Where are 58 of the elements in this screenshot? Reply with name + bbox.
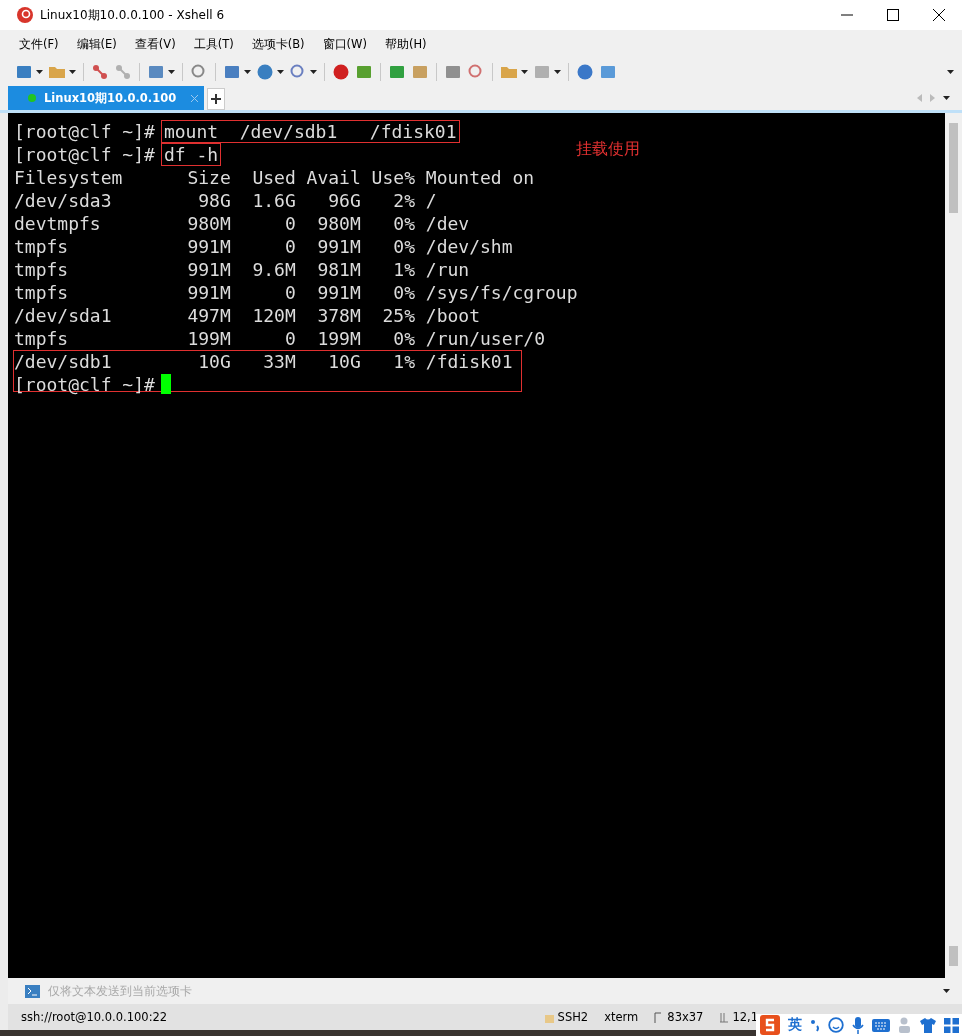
output-line: Filesystem Size Used Avail Use% Mounted on <box>13 166 536 189</box>
command-text: df -h <box>160 143 222 166</box>
window-title: Linux10期10.0.0.100 - Xshell 6 <box>40 6 225 24</box>
app-logo-icon <box>16 6 34 24</box>
input-mode-button[interactable]: 英 <box>788 1016 802 1034</box>
dropdown-arrow-icon[interactable] <box>943 989 950 993</box>
network-icon[interactable] <box>91 63 109 81</box>
annotation-text: 挂载使用 <box>576 138 640 160</box>
plus-icon[interactable] <box>211 94 221 104</box>
menu-item[interactable]: 编辑(E) <box>76 36 117 52</box>
connection-address: ssh://root@10.0.0.100:22 <box>21 1010 168 1024</box>
dropdown-arrow-icon[interactable] <box>310 70 317 74</box>
menu-item[interactable]: 选项卡(B) <box>251 36 305 52</box>
punctuation-icon[interactable] <box>810 1018 820 1032</box>
terminal-type-label: xterm <box>604 1010 639 1024</box>
output-line: tmpfs 991M 0 991M 0% /dev/shm <box>13 235 514 258</box>
dropdown-arrow-icon[interactable] <box>36 70 43 74</box>
output-line: /dev/sda3 98G 1.6G 96G 2% / <box>13 189 438 212</box>
menu-item[interactable]: 窗口(W) <box>322 36 367 52</box>
smiley-icon[interactable] <box>828 1017 844 1033</box>
shell-prompt: [root@clf ~]# <box>14 374 155 395</box>
menu-item[interactable]: 帮助(H) <box>384 36 427 52</box>
output-line: devtmpfs 980M 0 980M 0% /dev <box>13 212 471 235</box>
output-line: /dev/sda1 497M 120M 378M 25% /boot <box>13 304 481 327</box>
dropdown-arrow-icon[interactable] <box>168 70 175 74</box>
dropdown-arrow-icon[interactable] <box>521 70 528 74</box>
send-text-bar[interactable]: 仅将文本发送到当前选项卡 <box>8 978 962 1004</box>
shell-prompt: [root@clf ~]# <box>14 121 155 142</box>
cursor-position-label: 12,1 <box>732 1010 758 1024</box>
close-tab-icon[interactable] <box>191 94 198 102</box>
terminal-icon <box>25 984 40 998</box>
overflow-arrow-icon[interactable] <box>947 70 954 74</box>
shirt-icon[interactable] <box>920 1017 936 1033</box>
tab-list-arrow-icon[interactable] <box>943 96 950 100</box>
output-line: tmpfs 991M 9.6M 981M 1% /run <box>13 258 471 281</box>
maximize-icon[interactable] <box>887 9 899 21</box>
dropdown-arrow-icon[interactable] <box>277 70 284 74</box>
new-tab-button[interactable] <box>207 88 225 110</box>
terminal-size-label: 83x37 <box>667 1010 704 1024</box>
output-line: tmpfs 199M 0 199M 0% /run/user/0 <box>13 327 546 350</box>
grid-icon[interactable] <box>944 1017 959 1033</box>
shell-prompt: [root@clf ~]# <box>14 144 155 165</box>
session-tab[interactable]: Linux10期10.0.0.100 <box>8 86 204 110</box>
menu-item[interactable]: 工具(T) <box>193 36 234 52</box>
resize-icon <box>654 1011 664 1023</box>
dropdown-arrow-icon[interactable] <box>69 70 76 74</box>
close-icon[interactable] <box>933 9 945 21</box>
send-text-field[interactable]: 仅将文本发送到当前选项卡 <box>46 983 937 999</box>
cursor-position-icon <box>719 1011 729 1023</box>
microphone-icon[interactable] <box>852 1016 864 1034</box>
protocol-label: SSH2 <box>557 1010 589 1024</box>
dropdown-arrow-icon[interactable] <box>554 70 561 74</box>
dropdown-arrow-icon[interactable] <box>244 70 251 74</box>
menu-item[interactable]: 文件(F) <box>19 36 59 52</box>
output-line: tmpfs 991M 0 991M 0% /sys/fs/cgroup <box>13 281 579 304</box>
input-method-logo-icon[interactable] <box>760 1015 780 1035</box>
command-text: mount /dev/sdb1 /fdisk01 <box>160 120 460 143</box>
menu-item[interactable]: 查看(V) <box>134 36 176 52</box>
